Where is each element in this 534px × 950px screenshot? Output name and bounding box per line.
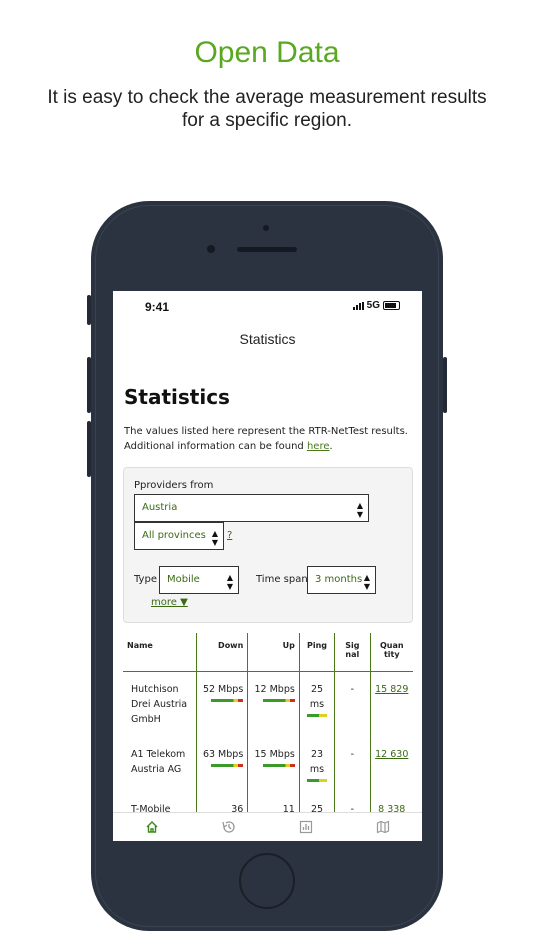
down-meter [211, 764, 244, 767]
page-title: Statistics [124, 385, 230, 409]
history-icon [222, 821, 235, 833]
status-time: 9:41 [145, 300, 170, 314]
ping-meter [306, 714, 327, 717]
power-button [443, 357, 447, 413]
phone-frame: 9:41 5G Statistics Statistics The values… [87, 201, 447, 931]
tab-bar [113, 812, 422, 841]
type-label: Type [134, 574, 157, 585]
cell-ping: 25 ms [298, 671, 335, 737]
country-select[interactable]: Austria ▲ ▼ [134, 494, 369, 522]
header-name[interactable]: Name [123, 633, 197, 672]
cell-quantity: 12 630 [369, 737, 413, 792]
select-arrows-icon: ▲ ▼ [226, 573, 233, 591]
signal-bars-icon [352, 301, 364, 310]
home-icon [146, 821, 158, 833]
cell-up-value: 15 Mbps [254, 749, 295, 760]
mute-switch [87, 295, 91, 325]
header-up[interactable]: Up [247, 633, 300, 672]
cell-quantity: 15 829 [369, 671, 413, 737]
front-camera [207, 245, 215, 253]
tab-history[interactable] [219, 817, 239, 837]
cell-down-value: 63 Mbps [202, 749, 244, 760]
cell-ping-value: 23 ms [309, 749, 325, 775]
timespan-select-value: 3 months [315, 574, 363, 585]
type-select[interactable]: Mobile ▲ ▼ [159, 566, 239, 594]
map-icon [377, 820, 390, 834]
hero-title: Open Data [194, 36, 340, 69]
statistics-icon [300, 820, 313, 834]
cell-name: Hutchison Drei Austria GmbH [131, 684, 188, 725]
intro-text: The values listed here represent the RTR… [124, 424, 414, 454]
intro-body: The values listed here represent the RTR… [124, 426, 408, 452]
cell-name: A1 Telekom Austria AG [131, 749, 186, 775]
cell-ping: 23 ms [298, 737, 335, 792]
cell-down-value: 52 Mbps [202, 684, 244, 695]
ping-meter [306, 779, 327, 782]
cell-down: 63 Mbps [195, 737, 248, 792]
table-row[interactable]: A1 Telekom Austria AG 63 Mbps 15 Mbps 23… [123, 737, 413, 792]
table-header-row: Name Down Up Ping Sig nal Quan tity [123, 633, 413, 672]
intro-end: . [329, 441, 333, 452]
header-down[interactable]: Down [195, 633, 248, 672]
home-button[interactable] [239, 853, 295, 909]
cell-ping-value: 25 ms [309, 684, 325, 710]
app-screen: 9:41 5G Statistics Statistics The values… [113, 291, 422, 841]
header-quantity[interactable]: Quan tity [369, 633, 413, 672]
province-select-value: All provinces [142, 530, 206, 541]
help-link[interactable]: ? [227, 530, 232, 541]
select-arrows-icon: ▲ ▼ [363, 573, 370, 591]
network-type: 5G [366, 300, 380, 311]
volume-up-button [87, 357, 91, 413]
proximity-sensor [263, 225, 269, 231]
table-row[interactable]: Hutchison Drei Austria GmbH 52 Mbps 12 M… [123, 671, 413, 737]
header-signal[interactable]: Sig nal [334, 633, 371, 672]
cell-signal: - [334, 737, 371, 792]
timespan-select[interactable]: 3 months ▲ ▼ [307, 566, 376, 594]
earpiece-speaker [237, 247, 297, 252]
cell-up-value: 12 Mbps [254, 684, 295, 695]
quantity-link[interactable]: 12 630 [375, 749, 408, 760]
cell-signal: - [334, 671, 371, 737]
hero-subtitle: It is easy to check the average measurem… [47, 87, 487, 131]
select-arrows-icon: ▲ ▼ [356, 501, 363, 519]
more-link[interactable]: more ▼ [151, 597, 188, 608]
tab-home[interactable] [142, 817, 162, 837]
status-bar: 9:41 5G [113, 300, 422, 316]
header-ping[interactable]: Ping [298, 633, 335, 672]
tab-map[interactable] [373, 817, 393, 837]
down-meter [211, 699, 244, 702]
select-arrows-icon: ▲ ▼ [211, 529, 218, 547]
nav-title: Statistics [239, 331, 296, 347]
up-meter [262, 764, 295, 767]
province-select[interactable]: All provinces ▲ ▼ [134, 522, 224, 550]
filter-panel: Pproviders from Austria ▲ ▼ All provinces… [123, 467, 413, 623]
type-select-value: Mobile [167, 574, 200, 585]
battery-icon [383, 301, 400, 310]
cell-up: 15 Mbps [247, 737, 300, 792]
timespan-label: Time span [256, 574, 308, 585]
status-indicators: 5G [352, 300, 400, 311]
up-meter [262, 699, 295, 702]
intro-here-link[interactable]: here [307, 441, 330, 452]
providers-label: Pproviders from [134, 480, 214, 491]
volume-down-button [87, 421, 91, 477]
cell-up: 12 Mbps [247, 671, 300, 737]
tab-statistics[interactable] [296, 817, 316, 837]
statistics-table: Name Down Up Ping Sig nal Quan tity Hutc… [123, 633, 413, 827]
country-select-value: Austria [142, 502, 178, 513]
cell-down: 52 Mbps [195, 671, 248, 737]
quantity-link[interactable]: 15 829 [375, 684, 408, 695]
